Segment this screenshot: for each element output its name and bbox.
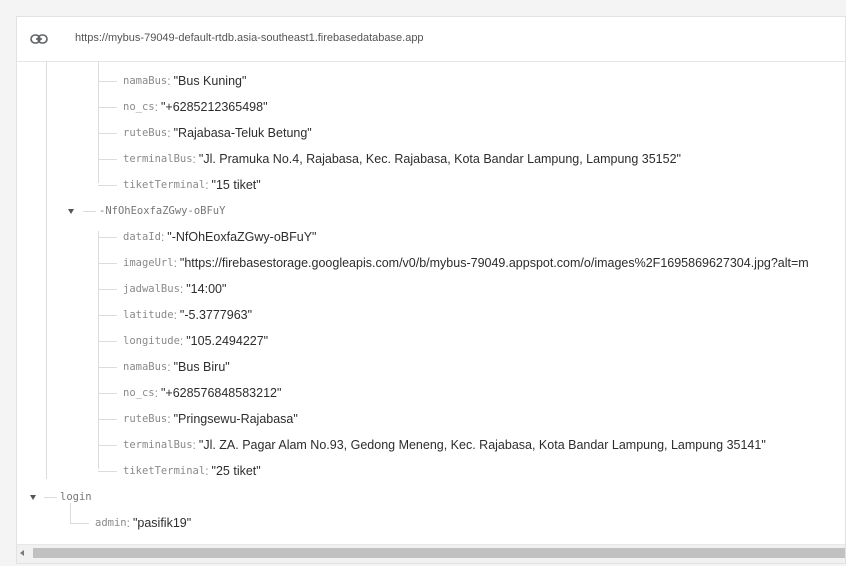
tree-line-root [46,61,47,479]
tree-branch [98,107,117,108]
tree-row-latitude[interactable]: latitude: "-5.3777963" [123,302,252,328]
field-key: namaBus [123,75,168,87]
field-value[interactable]: "https://firebasestorage.googleapis.com/… [180,256,809,270]
field-key: longitude [123,335,180,347]
tree-line-record-a [98,61,99,183]
field-value[interactable]: "-5.3777963" [180,308,252,322]
tree-row-tiketTerminal-b[interactable]: tiketTerminal: "25 tiket" [123,458,261,484]
tree-row-admin[interactable]: admin: "pasifik19" [95,510,191,536]
tree-branch [83,211,96,212]
field-value[interactable]: "14:00" [186,282,226,296]
tree-row-terminalBus-b[interactable]: terminalBus: "Jl. ZA. Pagar Alam No.93, … [123,432,766,458]
node-key[interactable]: -NfOhEoxfaZGwy-oBFuY [99,205,225,217]
node-key[interactable]: login [60,491,92,503]
field-value[interactable]: "Jl. Pramuka No.4, Rajabasa, Kec. Rajaba… [199,152,681,166]
url-bar: https://mybus-79049-default-rtdb.asia-so… [17,17,845,62]
field-key: dataId [123,231,161,243]
database-url[interactable]: https://mybus-79049-default-rtdb.asia-so… [75,32,424,44]
field-key: namaBus [123,361,168,373]
expand-caret-icon[interactable] [68,209,74,214]
tree-row-ruteBus-b[interactable]: ruteBus: "Pringsewu-Rajabasa" [123,406,298,432]
field-value[interactable]: "+628576848583212" [161,386,281,400]
tree-branch [98,133,117,134]
tree-branch [98,289,117,290]
tree-branch [98,471,117,472]
field-key: ruteBus [123,413,168,425]
tree-branch [98,341,117,342]
field-value[interactable]: "Jl. ZA. Pagar Alam No.93, Gedong Meneng… [199,438,766,452]
tree-row-dataId[interactable]: dataId: "-NfOhEoxfaZGwy-oBFuY" [123,224,316,250]
data-tree: namaBus: "Bus Kuning" no_cs: "+628521236… [17,61,845,543]
tree-row-tiketTerminal[interactable]: tiketTerminal: "15 tiket" [123,172,261,198]
tree-line-record-b [98,231,99,469]
field-key: no_cs [123,101,155,113]
tree-row-jadwalBus[interactable]: jadwalBus: "14:00" [123,276,226,302]
tree-node-record[interactable]: -NfOhEoxfaZGwy-oBFuY [99,198,225,224]
tree-branch [98,159,117,160]
horizontal-scrollbar[interactable] [17,544,845,563]
field-key: terminalBus [123,153,193,165]
tree-branch [70,523,89,524]
field-key: tiketTerminal [123,179,206,191]
tree-branch [98,445,117,446]
field-value[interactable]: "-NfOhEoxfaZGwy-oBFuY" [167,230,316,244]
field-key: ruteBus [123,127,168,139]
field-value[interactable]: "pasifik19" [133,516,191,530]
tree-branch [98,263,117,264]
field-value[interactable]: "Bus Kuning" [174,74,247,88]
field-key: imageUrl [123,257,174,269]
field-key: admin [95,517,127,529]
field-key: no_cs [123,387,155,399]
tree-branch [98,393,117,394]
tree-row-longitude[interactable]: longitude: "105.2494227" [123,328,268,354]
link-icon [30,34,48,44]
field-key: terminalBus [123,439,193,451]
field-value[interactable]: "Pringsewu-Rajabasa" [174,412,298,426]
field-key: tiketTerminal [123,465,206,477]
tree-branch [98,315,117,316]
tree-branch [98,367,117,368]
field-value[interactable]: "25 tiket" [212,464,261,478]
tree-row-namaBus-b[interactable]: namaBus: "Bus Biru" [123,354,230,380]
tree-row-no_cs[interactable]: no_cs: "+6285212365498" [123,94,268,120]
tree-row-terminalBus[interactable]: terminalBus: "Jl. Pramuka No.4, Rajabasa… [123,146,681,172]
field-value[interactable]: "15 tiket" [212,178,261,192]
tree-branch [98,81,117,82]
tree-row-no_cs-b[interactable]: no_cs: "+628576848583212" [123,380,281,406]
tree-branch [98,419,117,420]
tree-row-ruteBus[interactable]: ruteBus: "Rajabasa-Teluk Betung" [123,120,312,146]
field-key: latitude [123,309,174,321]
tree-branch [44,497,57,498]
tree-branch [98,185,117,186]
tree-node-login[interactable]: login [60,484,92,510]
scroll-thumb[interactable] [33,548,845,558]
database-viewer: https://mybus-79049-default-rtdb.asia-so… [16,16,846,564]
field-value[interactable]: "Rajabasa-Teluk Betung" [174,126,312,140]
scroll-left-arrow-icon[interactable] [20,550,24,556]
field-key: jadwalBus [123,283,180,295]
tree-branch [98,237,117,238]
field-value[interactable]: "Bus Biru" [174,360,230,374]
tree-row-namaBus[interactable]: namaBus: "Bus Kuning" [123,68,246,94]
expand-caret-icon[interactable] [30,495,36,500]
tree-row-imageUrl[interactable]: imageUrl: "https://firebasestorage.googl… [123,250,809,276]
field-value[interactable]: "105.2494227" [186,334,268,348]
field-value[interactable]: "+6285212365498" [161,100,268,114]
